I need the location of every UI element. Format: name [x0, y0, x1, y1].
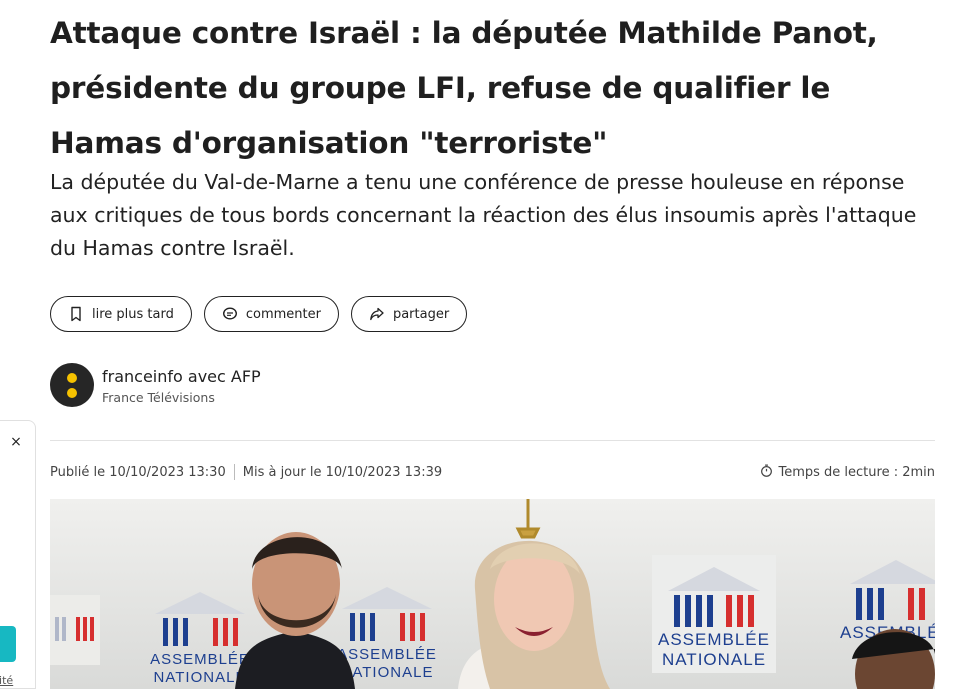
svg-text:NATIONALE: NATIONALE	[341, 664, 434, 681]
reading-time: Temps de lecture : 2min	[760, 464, 935, 481]
read-later-label: lire plus tard	[92, 306, 174, 322]
comment-icon	[222, 306, 238, 322]
stopwatch-icon	[760, 464, 773, 481]
article-title: Attaque contre Israël : la députée Mathi…	[50, 16, 878, 160]
divider	[50, 440, 935, 441]
svg-text:NATIONALE: NATIONALE	[154, 669, 247, 686]
comment-label: commenter	[245, 306, 321, 322]
side-panel-link[interactable]: lité	[0, 674, 20, 687]
updated-date: Mis à jour le 10/10/2023 13:39	[242, 464, 443, 480]
article-lede: La députée du Val-de-Marne a tenu une co…	[50, 170, 917, 260]
svg-text:ASSEMBLÉE: ASSEMBLÉE	[337, 646, 437, 663]
franceinfo-logo-avatar[interactable]	[50, 363, 94, 407]
author-name[interactable]: franceinfo avec AFP	[102, 366, 261, 388]
comment-button[interactable]: commenter	[203, 296, 339, 332]
published-date: Publié le 10/10/2023 13:30	[50, 464, 226, 480]
meta-separator	[233, 464, 235, 480]
side-panel-button[interactable]	[0, 626, 16, 662]
author-block: franceinfo avec AFP France Télévisions	[50, 363, 261, 407]
bookmark-icon	[68, 306, 84, 322]
assemblee-banner-3: ASSEMBLÉE NATIONALE	[652, 555, 776, 673]
svg-text:ASSEMBLÉE: ASSEMBLÉE	[150, 651, 250, 668]
share-button[interactable]: partager	[350, 296, 468, 332]
share-icon	[369, 306, 385, 322]
assemblee-banner-left	[50, 595, 100, 665]
share-label: partager	[392, 306, 450, 322]
article-photo: ASSEMBLÉE NATIONALE ASSEMBLÉE NATIONALE …	[50, 499, 935, 689]
read-later-button[interactable]: lire plus tard	[50, 296, 192, 332]
close-icon[interactable]: ×	[10, 434, 22, 450]
publication-meta: Publié le 10/10/2023 13:30 Mis à jour le…	[50, 464, 442, 480]
author-organization: France Télévisions	[102, 389, 215, 405]
svg-text:NATIONALE: NATIONALE	[662, 650, 766, 669]
svg-text:ASSEMBLÉE: ASSEMBLÉE	[658, 630, 770, 649]
reading-time-label: Temps de lecture : 2min	[778, 465, 935, 480]
article-actions: lire plus tard commenter partager	[50, 296, 468, 332]
